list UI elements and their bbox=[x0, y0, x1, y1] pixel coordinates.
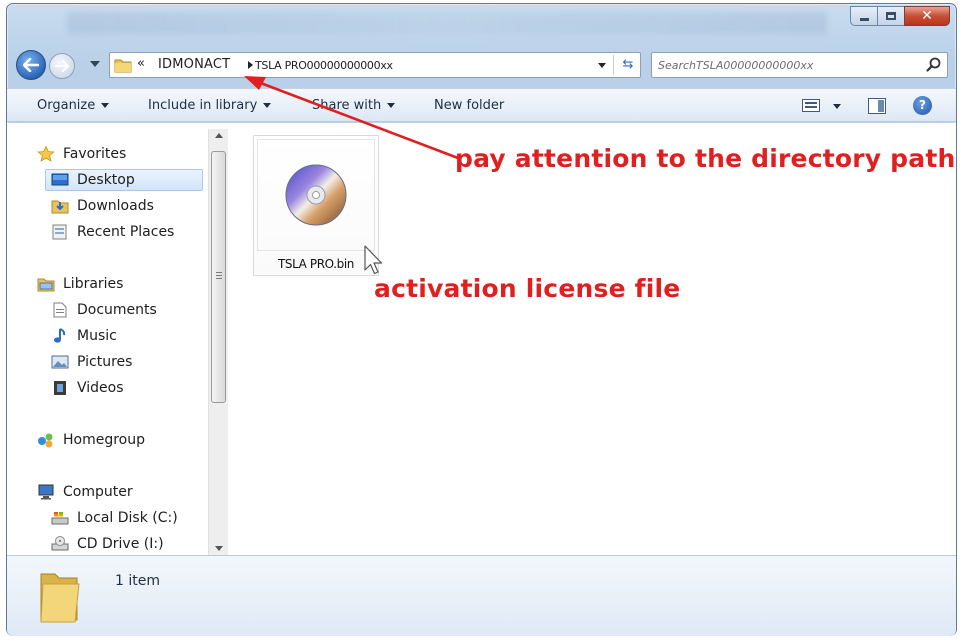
address-overflow-chevrons[interactable]: « bbox=[137, 56, 145, 71]
homegroup-icon bbox=[38, 433, 53, 448]
pictures-icon bbox=[51, 355, 69, 369]
sidebar-scrollbar[interactable] bbox=[208, 129, 228, 557]
sidebar-item-label: Documents bbox=[77, 302, 157, 318]
blurred-menu-bar bbox=[67, 12, 827, 34]
sidebar-item-recent-places[interactable]: Recent Places bbox=[51, 221, 174, 243]
folder-icon bbox=[114, 59, 132, 73]
sidebar-item-computer[interactable]: Computer bbox=[37, 481, 133, 503]
sidebar-item-label: Computer bbox=[63, 484, 133, 500]
sidebar-item-libraries[interactable]: Libraries bbox=[37, 273, 123, 295]
close-button[interactable]: ✕ bbox=[904, 6, 950, 26]
preview-pane-icon[interactable] bbox=[868, 98, 886, 114]
share-with-menu[interactable]: Share with bbox=[312, 98, 396, 113]
refresh-icon[interactable]: ⇆ bbox=[617, 55, 639, 75]
file-item[interactable]: TSLA PRO.bin bbox=[253, 135, 379, 276]
content-area: Favorites Desktop Downloads Recent Place… bbox=[7, 123, 956, 557]
sidebar-item-cd-drive[interactable]: CD Drive (I:) bbox=[51, 533, 164, 555]
explorer-window: ✕ « IDMONACT TSLA PRO00000000000xx ⇆ Sea… bbox=[6, 3, 957, 636]
sidebar-item-homegroup[interactable]: Homegroup bbox=[37, 429, 145, 451]
sidebar-item-documents[interactable]: Documents bbox=[51, 299, 157, 321]
window-controls: ✕ bbox=[850, 6, 950, 26]
file-list-area[interactable]: TSLA PRO.bin bbox=[229, 123, 956, 555]
address-separator-arrow[interactable] bbox=[248, 61, 253, 69]
sidebar-item-music[interactable]: Music bbox=[51, 325, 117, 347]
sidebar-item-desktop[interactable]: Desktop bbox=[45, 169, 203, 191]
scrollbar-grip bbox=[216, 272, 222, 279]
music-note-icon bbox=[54, 328, 66, 343]
title-bar[interactable]: ✕ bbox=[7, 4, 956, 44]
share-with-label: Share with bbox=[312, 98, 382, 113]
sidebar-item-label: Music bbox=[77, 328, 117, 344]
minimize-button[interactable] bbox=[850, 6, 877, 26]
view-options-icon[interactable] bbox=[802, 99, 820, 112]
computer-icon bbox=[38, 484, 54, 500]
include-in-library-menu[interactable]: Include in library bbox=[148, 98, 272, 113]
annotation-path-note: pay attention to the directory path bbox=[455, 144, 956, 173]
sidebar-item-label: Recent Places bbox=[77, 224, 175, 240]
disc-image-icon bbox=[285, 164, 347, 226]
sidebar-item-label: Downloads bbox=[77, 198, 154, 214]
status-item-count: 1 item bbox=[115, 573, 160, 589]
forward-arrow-icon bbox=[55, 60, 69, 72]
folder-icon bbox=[40, 573, 80, 623]
sidebar-item-label: Pictures bbox=[77, 354, 133, 370]
maximize-icon bbox=[886, 12, 896, 20]
chevron-down-icon bbox=[387, 103, 396, 108]
command-toolbar: Organize Include in library Share with N… bbox=[7, 88, 956, 122]
sidebar-item-label: Desktop bbox=[77, 172, 135, 188]
minimize-icon bbox=[859, 17, 869, 21]
sidebar-item-label: Favorites bbox=[63, 146, 127, 162]
address-history-dropdown[interactable] bbox=[598, 63, 606, 68]
organize-menu[interactable]: Organize bbox=[37, 98, 110, 113]
recent-pages-dropdown[interactable] bbox=[90, 61, 100, 67]
sidebar-item-label: Homegroup bbox=[63, 432, 146, 448]
navigation-row: « IDMONACT TSLA PRO00000000000xx ⇆ bbox=[7, 48, 956, 82]
downloads-folder-icon bbox=[51, 200, 69, 214]
sidebar-item-downloads[interactable]: Downloads bbox=[51, 195, 154, 217]
sidebar-item-label: CD Drive (I:) bbox=[77, 536, 164, 552]
film-strip-icon bbox=[54, 381, 66, 395]
documents-icon bbox=[53, 302, 67, 318]
view-options-dropdown[interactable] bbox=[833, 104, 841, 109]
address-divider bbox=[613, 55, 614, 75]
cd-drive-icon bbox=[51, 536, 69, 551]
desktop-icon bbox=[51, 173, 69, 186]
sidebar-item-label: Local Disk (C:) bbox=[77, 510, 178, 526]
details-pane: 1 item bbox=[7, 555, 956, 636]
hard-drive-icon bbox=[51, 512, 69, 525]
back-button[interactable] bbox=[16, 50, 46, 80]
address-segment-idmonact[interactable]: IDMONACT bbox=[158, 57, 230, 72]
address-bar[interactable]: « IDMONACT TSLA PRO00000000000xx ⇆ bbox=[109, 52, 641, 78]
search-icon[interactable] bbox=[925, 56, 943, 74]
back-arrow-icon bbox=[23, 58, 39, 72]
forward-button[interactable] bbox=[49, 53, 75, 79]
sidebar-item-local-disk[interactable]: Local Disk (C:) bbox=[51, 507, 178, 529]
maximize-button[interactable] bbox=[877, 6, 904, 26]
navigation-pane: Favorites Desktop Downloads Recent Place… bbox=[7, 123, 228, 557]
new-folder-button[interactable]: New folder bbox=[434, 98, 504, 113]
sidebar-item-videos[interactable]: Videos bbox=[51, 377, 124, 399]
chevron-down-icon bbox=[263, 103, 272, 108]
file-thumbnail bbox=[257, 139, 375, 251]
close-icon: ✕ bbox=[921, 8, 933, 24]
chevron-down-icon bbox=[101, 103, 110, 108]
scroll-down-arrow[interactable] bbox=[215, 546, 223, 551]
libraries-icon bbox=[37, 278, 55, 292]
address-segment-tsla-pro[interactable]: TSLA PRO00000000000xx bbox=[255, 59, 393, 72]
scrollbar-thumb[interactable] bbox=[211, 151, 226, 403]
sidebar-item-label: Videos bbox=[77, 380, 124, 396]
organize-label: Organize bbox=[37, 98, 96, 113]
search-input[interactable] bbox=[658, 56, 908, 74]
file-name: TSLA PRO.bin bbox=[277, 257, 355, 271]
annotation-file-note: activation license file bbox=[374, 274, 681, 303]
recent-places-icon bbox=[52, 224, 67, 240]
help-icon[interactable]: ? bbox=[913, 96, 932, 115]
search-box[interactable] bbox=[651, 52, 948, 78]
include-in-library-label: Include in library bbox=[148, 98, 258, 113]
star-icon bbox=[37, 146, 55, 162]
sidebar-item-pictures[interactable]: Pictures bbox=[51, 351, 132, 373]
scroll-up-arrow[interactable] bbox=[215, 133, 223, 138]
sidebar-item-favorites[interactable]: Favorites bbox=[37, 143, 126, 165]
sidebar-item-label: Libraries bbox=[63, 276, 124, 292]
